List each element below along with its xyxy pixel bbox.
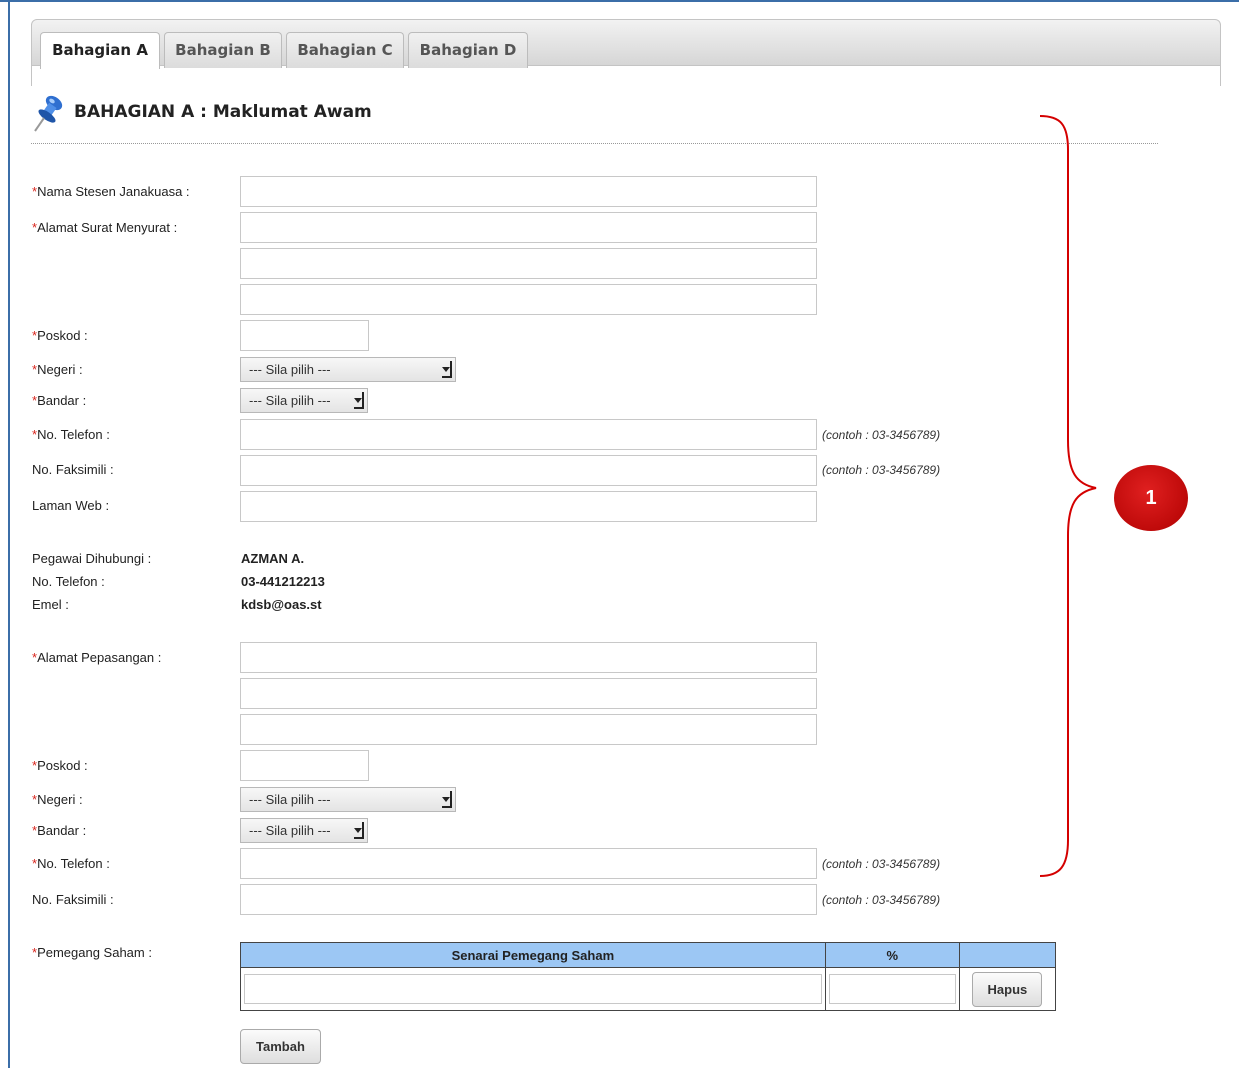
alamat-pepasangan-label: *Alamat Pepasangan : bbox=[32, 650, 161, 665]
faksimili-pepasangan-label: No. Faksimili : bbox=[32, 892, 114, 907]
column-header-percent: % bbox=[824, 941, 960, 969]
tab-bahagian-b[interactable]: Bahagian B bbox=[164, 32, 282, 68]
column-header-action bbox=[958, 941, 1057, 969]
label-text: Bandar : bbox=[37, 393, 87, 408]
pegawai-value: AZMAN A. bbox=[241, 551, 305, 566]
alamat-surat-label: *Alamat Surat Menyurat : bbox=[32, 220, 177, 235]
label-text: Negeri : bbox=[37, 792, 83, 807]
panel-right-edge bbox=[1220, 66, 1221, 86]
negeri-pepasangan-label: *Negeri : bbox=[32, 792, 83, 807]
poskod-input[interactable] bbox=[240, 320, 369, 351]
tab-bahagian-d[interactable]: Bahagian D bbox=[408, 32, 528, 68]
poskod-pepasangan-label: *Poskod : bbox=[32, 758, 88, 773]
faksimili-pepasangan-hint: (contoh : 03-3456789) bbox=[822, 893, 941, 907]
section-title: BAHAGIAN A : Maklumat Awam bbox=[74, 102, 372, 122]
contact-telefon-value: 03-441212213 bbox=[241, 574, 325, 589]
bandar-pepasangan-label: *Bandar : bbox=[32, 823, 86, 838]
curly-brace-annotation bbox=[1039, 115, 1097, 877]
hapus-button[interactable]: Hapus bbox=[972, 971, 1043, 1007]
alamat-pepasangan-line2-input[interactable] bbox=[240, 678, 817, 709]
telefon-pepasangan-hint: (contoh : 03-3456789) bbox=[822, 857, 941, 871]
telefon-label: *No. Telefon : bbox=[32, 427, 110, 442]
laman-web-input[interactable] bbox=[240, 491, 817, 522]
title-divider bbox=[31, 143, 1158, 144]
telefon-pepasangan-input[interactable] bbox=[240, 848, 817, 879]
shareholder-percent-cell bbox=[824, 967, 960, 1011]
select-value: --- Sila pilih --- bbox=[249, 362, 331, 377]
alamat-surat-line1-input[interactable] bbox=[240, 212, 817, 243]
callout-number-badge: 1 bbox=[1114, 465, 1188, 531]
tab-bahagian-c[interactable]: Bahagian C bbox=[286, 32, 404, 68]
faksimili-hint: (contoh : 03-3456789) bbox=[822, 463, 941, 477]
label-text: Poskod : bbox=[37, 328, 88, 343]
column-header-shareholder: Senarai Pemegang Saham bbox=[240, 941, 826, 969]
dropdown-arrow-icon bbox=[354, 822, 364, 839]
alamat-pepasangan-line1-input[interactable] bbox=[240, 642, 817, 673]
telefon-input[interactable] bbox=[240, 419, 817, 450]
faksimili-label: No. Faksimili : bbox=[32, 462, 114, 477]
shareholder-name-cell bbox=[240, 967, 826, 1011]
negeri-select[interactable]: --- Sila pilih --- bbox=[240, 357, 456, 382]
label-text: Poskod : bbox=[37, 758, 88, 773]
pushpin-icon bbox=[34, 95, 63, 132]
label-text: Pemegang Saham : bbox=[37, 945, 152, 960]
shareholder-percent-input[interactable] bbox=[828, 974, 956, 1005]
contact-telefon-label: No. Telefon : bbox=[32, 574, 105, 589]
label-text: Alamat Pepasangan : bbox=[37, 650, 162, 665]
emel-value: kdsb@oas.st bbox=[241, 597, 322, 612]
window-left-border bbox=[8, 2, 10, 1068]
bandar-select[interactable]: --- Sila pilih --- bbox=[240, 388, 368, 413]
table-header-row: Senarai Pemegang Saham % bbox=[240, 941, 1057, 969]
nama-stesen-input[interactable] bbox=[240, 176, 817, 207]
poskod-label: *Poskod : bbox=[32, 328, 88, 343]
table-row: Hapus bbox=[240, 967, 1057, 1011]
shareholder-table: Senarai Pemegang Saham % Hapus bbox=[240, 941, 1057, 1011]
label-text: No. Telefon : bbox=[37, 856, 110, 871]
label-text: Bandar : bbox=[37, 823, 87, 838]
bandar-pepasangan-select[interactable]: --- Sila pilih --- bbox=[240, 818, 368, 843]
select-value: --- Sila pilih --- bbox=[249, 792, 331, 807]
laman-web-label: Laman Web : bbox=[32, 498, 110, 513]
label-text: Nama Stesen Janakuasa : bbox=[37, 184, 190, 199]
tab-bahagian-a[interactable]: Bahagian A bbox=[40, 32, 160, 69]
bandar-label: *Bandar : bbox=[32, 393, 86, 408]
negeri-label: *Negeri : bbox=[32, 362, 83, 377]
alamat-pepasangan-line3-input[interactable] bbox=[240, 714, 817, 745]
panel-left-edge bbox=[31, 66, 32, 86]
label-text: Alamat Surat Menyurat : bbox=[37, 220, 178, 235]
negeri-pepasangan-select[interactable]: --- Sila pilih --- bbox=[240, 787, 456, 812]
label-text: No. Telefon : bbox=[37, 427, 110, 442]
telefon-hint: (contoh : 03-3456789) bbox=[822, 428, 941, 442]
shareholder-name-input[interactable] bbox=[244, 974, 822, 1005]
dropdown-arrow-icon bbox=[354, 392, 364, 409]
window-top-border bbox=[0, 0, 1239, 2]
faksimili-pepasangan-input[interactable] bbox=[240, 884, 817, 915]
pegawai-label: Pegawai Dihubungi : bbox=[32, 551, 152, 566]
dropdown-arrow-icon bbox=[442, 361, 452, 378]
tambah-button[interactable]: Tambah bbox=[240, 1029, 321, 1064]
tab-bar: Bahagian A Bahagian B Bahagian C Bahagia… bbox=[31, 19, 1221, 69]
telefon-pepasangan-label: *No. Telefon : bbox=[32, 856, 110, 871]
poskod-pepasangan-input[interactable] bbox=[240, 750, 369, 781]
shareholder-action-cell: Hapus bbox=[958, 967, 1057, 1011]
faksimili-input[interactable] bbox=[240, 455, 817, 486]
alamat-surat-line2-input[interactable] bbox=[240, 248, 817, 279]
nama-stesen-label: *Nama Stesen Janakuasa : bbox=[32, 184, 190, 199]
label-text: Negeri : bbox=[37, 362, 83, 377]
select-value: --- Sila pilih --- bbox=[249, 393, 331, 408]
select-value: --- Sila pilih --- bbox=[249, 823, 331, 838]
alamat-surat-line3-input[interactable] bbox=[240, 284, 817, 315]
emel-label: Emel : bbox=[32, 597, 69, 612]
pemegang-saham-label: *Pemegang Saham : bbox=[32, 945, 152, 960]
dropdown-arrow-icon bbox=[442, 791, 452, 808]
